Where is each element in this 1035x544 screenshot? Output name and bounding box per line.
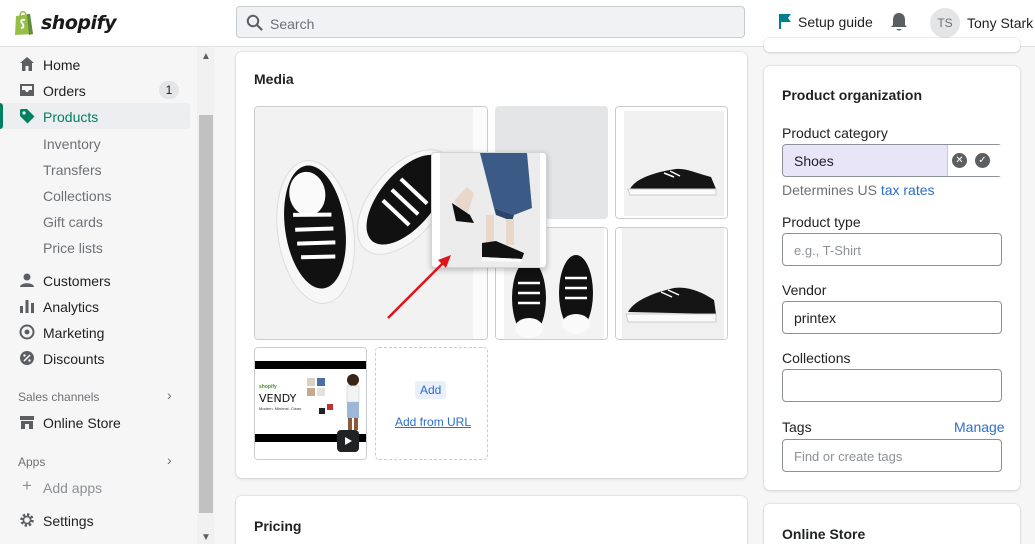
sidebar-subitem-gift-cards[interactable]: Gift cards: [43, 214, 103, 230]
sidebar-item-add-apps[interactable]: + Add apps: [0, 474, 190, 500]
sneaker-side-2-image: [616, 228, 727, 339]
media-dropzone[interactable]: [375, 347, 488, 460]
store-icon: [20, 416, 34, 429]
sidebar-item-settings[interactable]: Settings: [0, 507, 190, 533]
tax-rates-link[interactable]: tax rates: [881, 182, 935, 198]
media-image-sneaker-side[interactable]: [615, 106, 728, 219]
video-collage-image: [307, 374, 360, 430]
sidebar-subitem-transfers[interactable]: Transfers: [43, 162, 102, 178]
sidebar-item-label: Analytics: [43, 299, 100, 315]
sidebar: ▲ ▼ Home Orders 1 Products Inventory Tra…: [0, 47, 214, 544]
search-placeholder: Search: [270, 16, 315, 32]
play-button[interactable]: [337, 430, 359, 452]
tags-placeholder: Find or create tags: [794, 449, 903, 464]
logo-text: shopify: [41, 11, 117, 34]
product-category-label: Product category: [782, 125, 888, 141]
sidebar-item-label: Online Store: [43, 415, 121, 431]
vendor-label: Vendor: [782, 282, 827, 298]
sneaker-side-image: [616, 107, 727, 218]
sidebar-item-label: Home: [43, 57, 81, 73]
media-title: Media: [254, 71, 294, 87]
discount-icon: [20, 351, 34, 365]
sidebar-subitem-price-lists[interactable]: Price lists: [43, 240, 103, 256]
active-indicator: [0, 103, 3, 129]
media-image-sneaker-side-2[interactable]: [615, 227, 728, 340]
product-type-field[interactable]: e.g., T-Shirt: [782, 233, 1002, 266]
clear-category-icon[interactable]: ✕: [952, 153, 967, 168]
tag-icon: [20, 109, 35, 124]
pricing-title: Pricing: [254, 518, 302, 534]
sidebar-item-label: Products: [43, 109, 99, 125]
apps-heading: Apps: [18, 455, 46, 469]
apps-chevron-icon[interactable]: ›: [167, 452, 172, 468]
product-organization-title: Product organization: [782, 87, 922, 103]
play-icon: [345, 437, 352, 445]
avatar[interactable]: TS: [930, 8, 960, 38]
video-subtitle: Modern. Minimal. Clean.: [259, 406, 303, 411]
vendor-field[interactable]: printex: [782, 301, 1002, 334]
sidebar-item-orders[interactable]: Orders 1: [0, 77, 190, 103]
sidebar-item-label: Add apps: [43, 480, 103, 496]
confirm-category-icon[interactable]: ✓: [975, 153, 990, 168]
online-store-title: Online Store: [782, 526, 866, 542]
collections-label: Collections: [782, 350, 851, 366]
sidebar-subitem-collections[interactable]: Collections: [43, 188, 111, 204]
sidebar-item-label: Marketing: [43, 325, 105, 341]
product-type-placeholder: e.g., T-Shirt: [794, 243, 861, 258]
scroll-down-arrow-icon[interactable]: ▼: [199, 531, 213, 543]
target-icon: [19, 324, 35, 340]
product-category-value: Shoes: [794, 153, 834, 169]
sales-channels-heading: Sales channels: [18, 390, 100, 404]
gear-icon: [20, 513, 34, 527]
plus-icon: +: [22, 476, 32, 495]
video-title: VENDY: [259, 392, 297, 405]
product-type-label: Product type: [782, 214, 861, 230]
search-bar[interactable]: Search: [236, 6, 745, 38]
shopify-bag-icon: [15, 11, 33, 35]
sidebar-item-label: Discounts: [43, 351, 105, 367]
sidebar-item-online-store[interactable]: Online Store: [0, 409, 190, 435]
pricing-card: [236, 496, 747, 544]
tags-manage-link[interactable]: Manage: [954, 419, 1005, 435]
category-help-text: Determines US tax rates: [782, 182, 935, 198]
home-icon: [20, 57, 34, 71]
bar-chart-icon: [20, 300, 34, 313]
drag-direction-arrow-icon: [387, 255, 451, 319]
sidebar-item-analytics[interactable]: Analytics: [0, 293, 190, 319]
sidebar-item-label: Orders: [43, 83, 86, 99]
setup-guide-button[interactable]: Setup guide: [778, 13, 873, 30]
shopify-logo[interactable]: shopify: [13, 9, 117, 36]
category-help-prefix: Determines US: [782, 182, 881, 198]
sidebar-item-home[interactable]: Home: [0, 51, 190, 77]
media-video-thumbnail[interactable]: shopify VENDY Modern. Minimal. Clean.: [254, 347, 367, 460]
add-from-url-link[interactable]: Add from URL: [395, 415, 471, 429]
sidebar-item-label: Settings: [43, 513, 94, 529]
search-icon: [246, 14, 263, 31]
sidebar-item-discounts[interactable]: Discounts: [0, 345, 190, 371]
sidebar-subitem-inventory[interactable]: Inventory: [43, 136, 101, 152]
flag-icon: [779, 14, 791, 29]
scroll-up-arrow-icon[interactable]: ▲: [199, 50, 213, 62]
status-card-bottom: [764, 38, 1020, 52]
product-category-field[interactable]: Shoes ✕ ✓: [782, 144, 1002, 177]
notification-bell-icon[interactable]: [890, 12, 908, 32]
sidebar-item-customers[interactable]: Customers: [0, 267, 190, 293]
tags-label: Tags: [782, 419, 812, 435]
vendor-value: printex: [794, 310, 837, 326]
video-letterbox-top: [255, 361, 366, 369]
setup-guide-label: Setup guide: [798, 13, 873, 30]
tags-field[interactable]: Find or create tags: [782, 439, 1002, 472]
orders-icon: [20, 84, 34, 96]
sales-channels-chevron-icon[interactable]: ›: [167, 387, 172, 403]
collections-field[interactable]: [782, 369, 1002, 402]
sidebar-item-marketing[interactable]: Marketing: [0, 319, 190, 345]
person-icon: [20, 273, 34, 287]
sidebar-item-label: Customers: [43, 273, 111, 289]
orders-count-badge: 1: [159, 81, 179, 99]
add-media-button[interactable]: Add: [415, 381, 447, 399]
user-name[interactable]: Tony Stark: [967, 15, 1033, 31]
sidebar-item-products[interactable]: Products: [0, 103, 190, 129]
sidebar-scrollbar-thumb[interactable]: [199, 115, 213, 513]
video-brand: shopify: [259, 384, 277, 390]
